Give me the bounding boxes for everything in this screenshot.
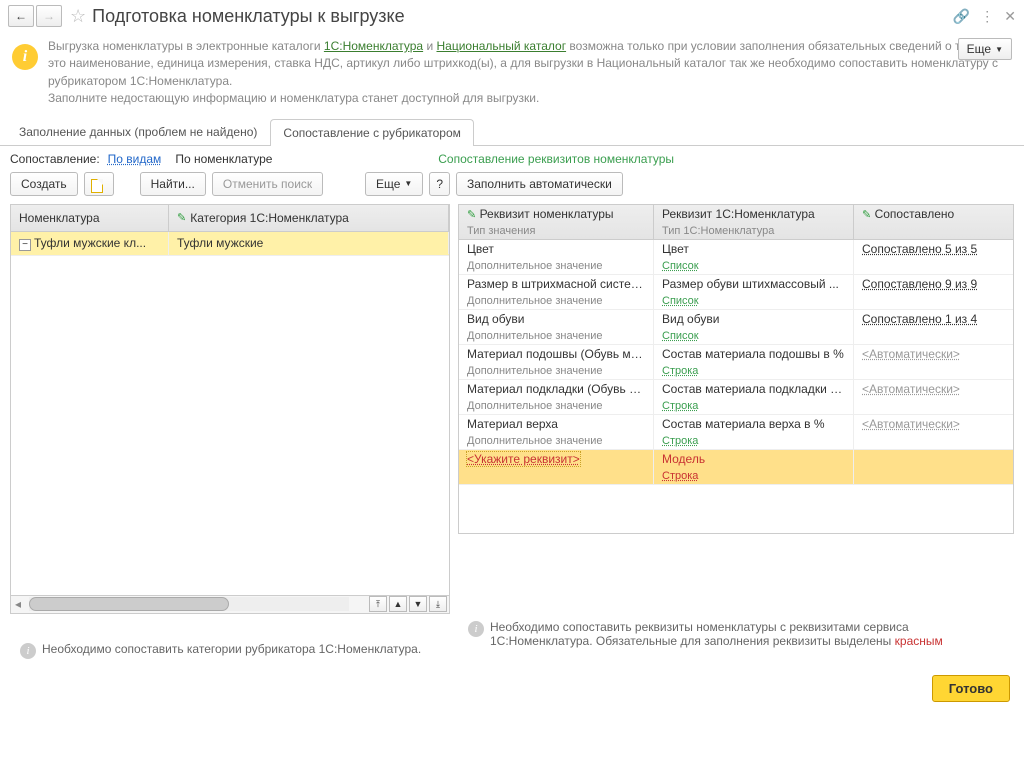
cancel-search-button[interactable]: Отменить поиск [212, 172, 323, 196]
cell-value-type: Дополнительное значение [459, 328, 654, 344]
find-button[interactable]: Найти... [140, 172, 206, 196]
create-button[interactable]: Создать [10, 172, 78, 196]
right-section-title: Сопоставление реквизитов номенклатуры [438, 152, 1014, 166]
hint-icon: i [20, 643, 36, 659]
grid-nav-last[interactable]: ⤓ [429, 596, 447, 612]
link-icon[interactable]: 🔗 [953, 8, 970, 25]
nav-back-button[interactable]: ← [8, 5, 34, 27]
banner-more-button[interactable]: Еще▼ [958, 38, 1012, 60]
link-national-catalog[interactable]: Национальный каталог [436, 39, 566, 53]
nav-forward-button[interactable]: → [36, 5, 62, 27]
link-1c-nomenclature[interactable]: 1С:Номенклатура [324, 39, 423, 53]
cell-value-type: Дополнительное значение [459, 363, 654, 379]
cell-value-type: Дополнительное значение [459, 293, 654, 309]
col-value-type[interactable]: Тип значения [459, 223, 654, 239]
specify-requisite-link[interactable]: <Укажите реквизит> [467, 452, 580, 466]
cell-matched[interactable] [854, 450, 1013, 468]
tab-rubricator[interactable]: Сопоставление с рубрикатором [270, 119, 473, 146]
auto-fill-button[interactable]: Заполнить автоматически [456, 172, 623, 196]
cell-1c-type[interactable]: Строка [654, 363, 854, 379]
cell-1c-requisite: Состав материала верха в % [654, 415, 854, 433]
col-requisite[interactable]: ✎ Реквизит номенклатуры [459, 205, 654, 223]
pencil-icon: ✎ [862, 209, 871, 221]
cell-1c-type[interactable]: Строка [654, 468, 854, 484]
grid-nav-first[interactable]: ⤒ [369, 596, 387, 612]
grid-nav-down[interactable]: ▼ [409, 596, 427, 612]
cell-requisite: Материал подкладки (Обувь м... [459, 380, 654, 398]
close-icon[interactable]: ✕ [1004, 8, 1016, 25]
kebab-menu-icon[interactable]: ⋮ [980, 8, 994, 25]
table-row[interactable]: Материал верхаСостав материала верха в %… [459, 415, 1013, 450]
col-1c-type[interactable]: Тип 1С:Номенклатура [654, 223, 854, 239]
tab-fill-data[interactable]: Заполнение данных (проблем не найдено) [6, 118, 270, 145]
info-banner: i Выгрузка номенклатуры в электронные ка… [0, 32, 1024, 118]
tree-collapse-icon[interactable]: − [19, 239, 31, 251]
info-icon: i [12, 44, 38, 70]
nomenclature-grid: Номенклатура ✎Категория 1С:Номенклатура … [10, 204, 450, 614]
done-button[interactable]: Готово [932, 675, 1010, 702]
match-label: Сопоставление: [10, 152, 100, 166]
cell-value-type [459, 468, 654, 484]
requisites-grid: ✎ Реквизит номенклатуры Реквизит 1С:Номе… [458, 204, 1014, 534]
cell-matched[interactable]: <Автоматически> [854, 380, 1013, 398]
col-matched[interactable]: ✎ Сопоставлено [854, 205, 1013, 223]
table-row[interactable]: Вид обувиВид обувиСопоставлено 1 из 4Доп… [459, 310, 1013, 345]
cell-1c-requisite: Цвет [654, 240, 854, 258]
cell-matched[interactable]: Сопоставлено 5 из 5 [854, 240, 1013, 258]
hint-icon: i [468, 621, 484, 637]
table-row[interactable]: Материал подкладки (Обувь м...Состав мат… [459, 380, 1013, 415]
pencil-icon: ✎ [467, 209, 476, 221]
cell-1c-requisite: Размер обуви штихмассовый ... [654, 275, 854, 293]
cell-value-type: Дополнительное значение [459, 398, 654, 414]
cell-requisite: Цвет [459, 240, 654, 258]
cell-1c-type[interactable]: Строка [654, 398, 854, 414]
hscroll-track[interactable] [29, 597, 349, 611]
more-actions-button[interactable]: Еще▼ [365, 172, 423, 196]
document-icon [91, 179, 103, 193]
cell-requisite: Материал верха [459, 415, 654, 433]
cell-matched[interactable]: <Автоматически> [854, 345, 1013, 363]
table-row[interactable]: ЦветЦветСопоставлено 5 из 5Дополнительно… [459, 240, 1013, 275]
filter-by-kinds[interactable]: По видам [108, 152, 162, 166]
cell-matched[interactable]: Сопоставлено 9 из 9 [854, 275, 1013, 293]
cell-1c-type[interactable]: Список [654, 258, 854, 274]
cell-1c-requisite: Состав материала подошвы в % [654, 345, 854, 363]
cell-1c-type[interactable]: Строка [654, 433, 854, 449]
cell-value-type: Дополнительное значение [459, 433, 654, 449]
right-footer-hint: Необходимо сопоставить реквизиты номенкл… [490, 620, 1004, 648]
cell-1c-type[interactable]: Список [654, 328, 854, 344]
grid-nav-up[interactable]: ▲ [389, 596, 407, 612]
table-row[interactable]: <Укажите реквизит> МодельСтрока [459, 450, 1013, 485]
col-requisite-1c[interactable]: Реквизит 1С:Номенклатура [654, 205, 854, 223]
col-nomenclature[interactable]: Номенклатура [11, 205, 169, 231]
cell-nomenclature: −Туфли мужские кл... [11, 232, 169, 255]
cell-category: Туфли мужские [169, 232, 449, 254]
cell-1c-requisite: Вид обуви [654, 310, 854, 328]
favorite-star-icon[interactable]: ☆ [70, 6, 86, 27]
hscroll-thumb[interactable] [29, 597, 229, 611]
cell-requisite: Материал подошвы (Обувь ма... [459, 345, 654, 363]
table-row[interactable]: −Туфли мужские кл... Туфли мужские [11, 232, 449, 256]
table-row[interactable]: Материал подошвы (Обувь ма...Состав мате… [459, 345, 1013, 380]
table-row[interactable]: Размер в штрихмасной системеРазмер обуви… [459, 275, 1013, 310]
cell-requisite: Вид обуви [459, 310, 654, 328]
create-copy-button[interactable] [84, 172, 114, 196]
cell-1c-requisite: Состав материала подкладки в % [654, 380, 854, 398]
cell-requisite: Размер в штрихмасной системе [459, 275, 654, 293]
pencil-icon: ✎ [177, 211, 186, 224]
cell-matched[interactable]: Сопоставлено 1 из 4 [854, 310, 1013, 328]
cell-matched[interactable]: <Автоматически> [854, 415, 1013, 433]
cell-1c-requisite: Модель [654, 450, 854, 468]
cell-1c-type[interactable]: Список [654, 293, 854, 309]
info-text: Выгрузка номенклатуры в электронные ката… [48, 38, 1012, 108]
cell-value-type: Дополнительное значение [459, 258, 654, 274]
col-category[interactable]: ✎Категория 1С:Номенклатура [169, 205, 449, 231]
help-button[interactable]: ? [429, 172, 450, 196]
cell-requisite: <Укажите реквизит> [459, 450, 654, 468]
page-title: Подготовка номенклатуры к выгрузке [92, 6, 953, 27]
filter-by-nomenclature[interactable]: По номенклатуре [175, 152, 272, 166]
left-footer-hint: Необходимо сопоставить категории рубрика… [42, 642, 421, 656]
